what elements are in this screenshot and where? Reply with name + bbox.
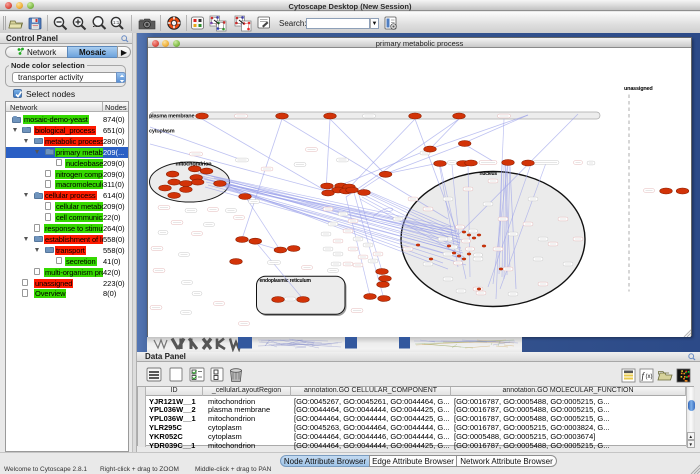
svg-text:unassigned: unassigned xyxy=(624,86,653,92)
svg-text:endoplasmic reticulum: endoplasmic reticulum xyxy=(260,278,312,284)
svg-text:plasma membrane: plasma membrane xyxy=(149,113,194,119)
svg-text:1:1: 1:1 xyxy=(113,20,120,25)
svg-text:nucleus: nucleus xyxy=(480,171,498,177)
svg-text:(x): (x) xyxy=(646,374,653,380)
